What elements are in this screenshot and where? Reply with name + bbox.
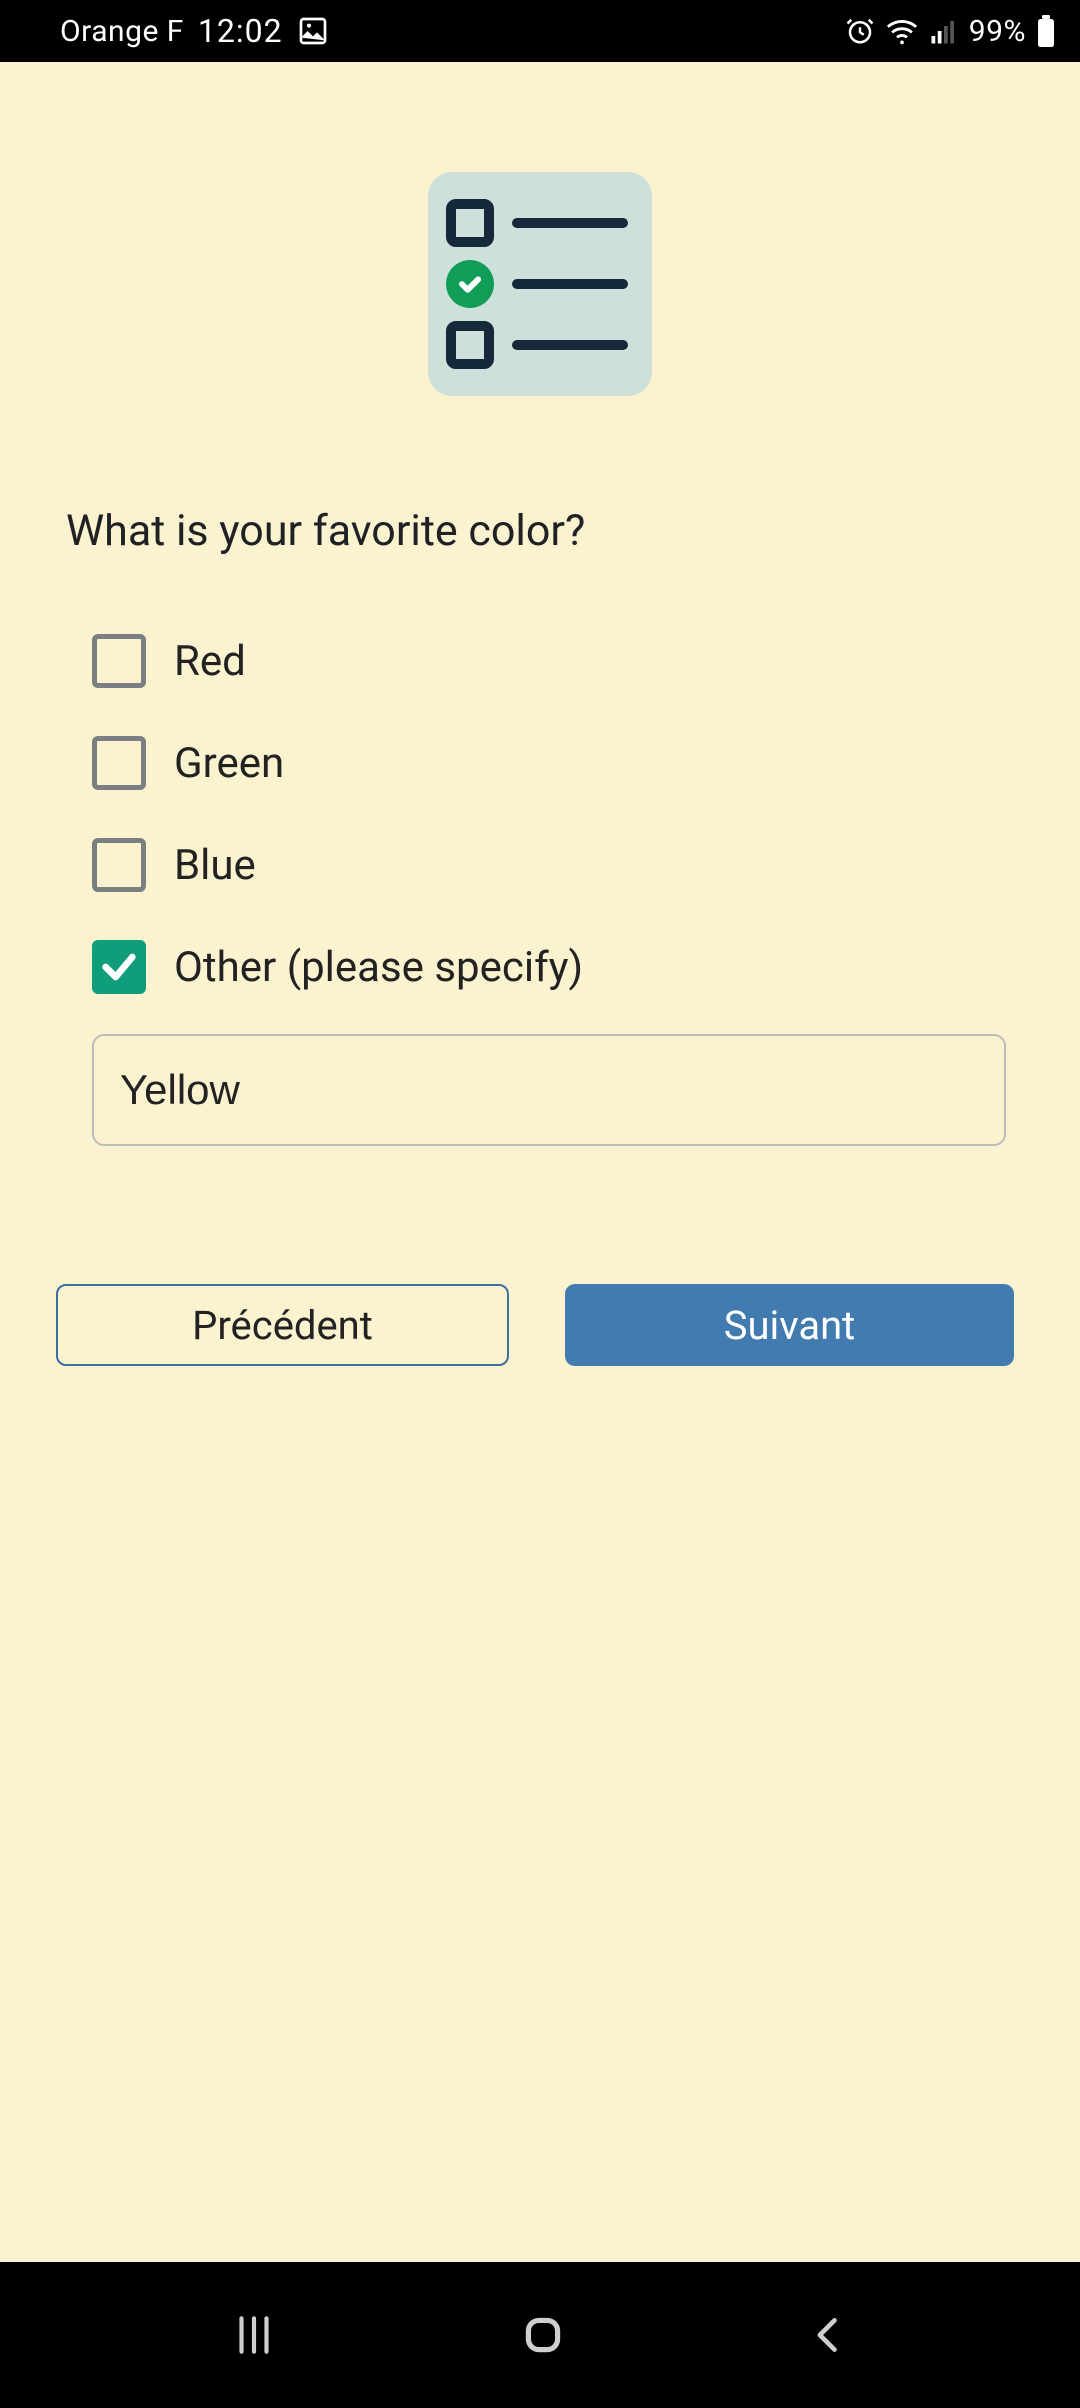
option-label: Red — [174, 637, 246, 686]
option-red[interactable]: Red — [92, 634, 1014, 688]
survey-screen: What is your favorite color? Red Green B… — [0, 62, 1080, 2262]
picture-icon — [297, 15, 329, 47]
option-label: Green — [174, 739, 284, 788]
status-bar: Orange F 12:02 — [0, 0, 1080, 62]
question-text: What is your favorite color? — [66, 506, 1014, 556]
clock: 12:02 — [198, 12, 283, 50]
checkbox-unchecked-icon[interactable] — [92, 634, 146, 688]
option-label: Other (please specify) — [174, 943, 583, 992]
option-green[interactable]: Green — [92, 736, 1014, 790]
option-other[interactable]: Other (please specify) — [92, 940, 1014, 994]
carrier-label: Orange F — [60, 14, 184, 49]
wifi-icon — [885, 16, 919, 46]
option-label: Blue — [174, 841, 256, 890]
recents-icon[interactable] — [229, 2310, 279, 2360]
checkbox-checked-icon[interactable] — [92, 940, 146, 994]
system-nav-bar — [0, 2262, 1080, 2408]
signal-icon — [929, 16, 959, 46]
previous-button[interactable]: Précédent — [56, 1284, 509, 1366]
next-button[interactable]: Suivant — [565, 1284, 1014, 1366]
option-blue[interactable]: Blue — [92, 838, 1014, 892]
alarm-icon — [845, 16, 875, 46]
survey-hero-icon — [428, 172, 652, 396]
other-specify-input[interactable] — [92, 1034, 1006, 1146]
battery-icon — [1036, 15, 1056, 47]
home-icon[interactable] — [518, 2310, 568, 2360]
back-icon[interactable] — [807, 2310, 851, 2360]
checkbox-unchecked-icon[interactable] — [92, 736, 146, 790]
options-list: Red Green Blue Other (please specify) — [66, 634, 1014, 994]
battery-percent: 99% — [969, 14, 1026, 49]
checkbox-unchecked-icon[interactable] — [92, 838, 146, 892]
